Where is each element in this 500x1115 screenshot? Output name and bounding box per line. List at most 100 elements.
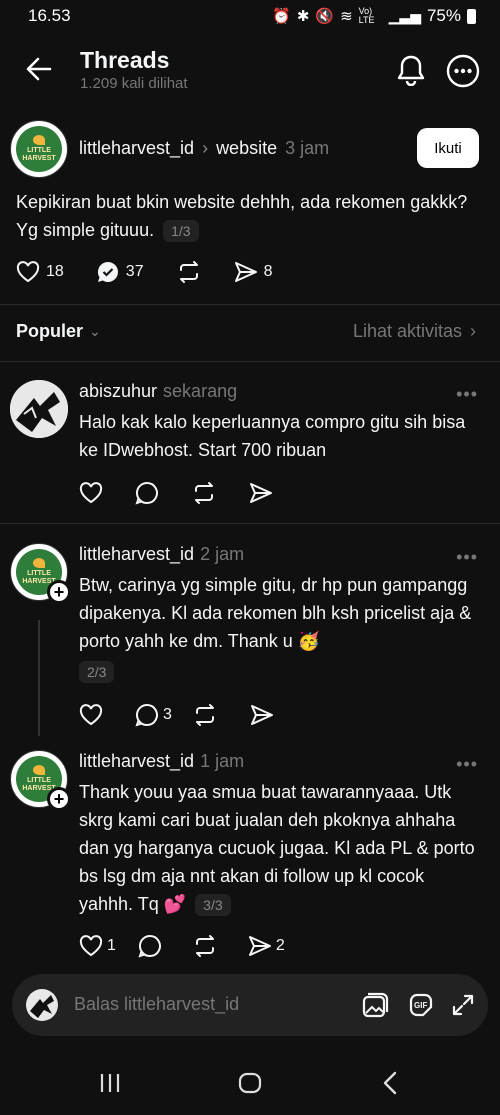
- send-icon: [248, 935, 272, 957]
- send-icon[interactable]: [250, 704, 274, 726]
- expand-icon[interactable]: [452, 994, 474, 1016]
- status-time: 16.53: [28, 6, 71, 25]
- reply-count: 37: [125, 263, 144, 280]
- reply-more-icon[interactable]: •••: [456, 384, 478, 405]
- post-text-block: Kepikiran buat bkin website dehhh, ada r…: [16, 188, 476, 244]
- wifi-icon: ≋: [340, 8, 353, 25]
- bell-icon[interactable]: [396, 54, 426, 86]
- reply-text-block: Thank youu yaa smua buat tawarannyaaa. U…: [79, 778, 479, 918]
- repost-icon[interactable]: [191, 481, 217, 505]
- share-count: 8: [263, 263, 273, 280]
- repost-icon[interactable]: [192, 934, 218, 958]
- send-icon: [234, 261, 258, 283]
- page-title: Threads: [80, 47, 170, 73]
- reply-meta: littleharvest_id 1 jam: [79, 751, 244, 772]
- reply-page-badge: 3/3: [195, 894, 231, 917]
- post-actions: 18 37 8: [16, 260, 273, 284]
- more-options-icon[interactable]: [446, 54, 480, 88]
- reply-time: 2 jam: [200, 544, 245, 564]
- reply-actions: 1 2: [79, 934, 285, 958]
- reply-avatar[interactable]: [10, 380, 68, 438]
- reply-text: Btw, carinya yg simple gitu, dr hp pun g…: [79, 575, 472, 651]
- chevron-right-icon: ›: [470, 321, 476, 341]
- reply-composer[interactable]: Balas littleharvest_id GIF: [12, 974, 488, 1036]
- reply-text: Halo kak kalo keperluannya compro gitu s…: [79, 412, 466, 460]
- heart-icon: [79, 935, 103, 957]
- comment-button[interactable]: 3: [135, 703, 172, 727]
- post-topic[interactable]: website: [216, 138, 277, 159]
- gif-icon[interactable]: GIF: [407, 991, 435, 1019]
- repost-icon: [176, 260, 202, 284]
- view-count: 1.209 kali dilihat: [80, 75, 188, 92]
- little-harvest-logo-icon: LITTLE HARVEST: [16, 126, 62, 172]
- send-icon[interactable]: [249, 482, 273, 504]
- post-text: Kepikiran buat bkin website dehhh, ada r…: [16, 192, 468, 240]
- like-count: 1: [107, 937, 116, 954]
- chevron-right-icon: ›: [202, 138, 209, 158]
- gallery-icon[interactable]: [361, 991, 389, 1019]
- comment-icon: [135, 703, 159, 727]
- reply-actions: [79, 481, 273, 505]
- alarm-icon: ⏰: [272, 8, 291, 25]
- view-activity-label: Lihat aktivitas: [352, 321, 462, 341]
- bluetooth-icon: ✱: [296, 8, 310, 25]
- sort-dropdown[interactable]: Populer ⌄: [16, 321, 101, 342]
- reply-button[interactable]: 37: [96, 260, 144, 284]
- comment-icon[interactable]: [138, 934, 162, 958]
- heart-icon[interactable]: [79, 482, 103, 504]
- reply-input[interactable]: Balas littleharvest_id: [74, 994, 239, 1015]
- status-icons: ⏰ ✱ 🔇 ≋ Vo) LTE ▁▃▅ 75%: [272, 6, 476, 26]
- divider: [0, 304, 500, 305]
- reply-time: sekarang: [163, 381, 238, 401]
- reply-more-icon[interactable]: •••: [456, 754, 478, 775]
- reply-author[interactable]: abiszuhur: [79, 381, 157, 402]
- reply-text: Thank youu yaa smua buat tawarannyaaa. U…: [79, 782, 475, 914]
- comment-check-icon: [96, 260, 120, 284]
- mute-icon: 🔇: [315, 8, 335, 25]
- back-nav-icon[interactable]: [382, 1070, 398, 1096]
- reply-actions: 3: [79, 703, 274, 727]
- status-bar: 16.53 ⏰ ✱ 🔇 ≋ Vo) LTE ▁▃▅ 75%: [0, 0, 500, 34]
- home-icon[interactable]: [238, 1072, 262, 1094]
- reply-meta: littleharvest_id 2 jam: [79, 544, 244, 565]
- divider: [0, 523, 500, 524]
- like-count: 18: [46, 263, 64, 280]
- recent-apps-icon[interactable]: [99, 1072, 121, 1094]
- comment-icon[interactable]: [135, 481, 159, 505]
- signal-icon: ▁▃▅: [388, 7, 421, 24]
- abiszuhur-avatar-icon: [10, 380, 68, 438]
- follow-plus-icon[interactable]: +: [47, 787, 71, 811]
- repost-icon[interactable]: [192, 703, 218, 727]
- reply-author[interactable]: littleharvest_id: [79, 751, 194, 772]
- svg-text:GIF: GIF: [414, 1001, 427, 1010]
- view-activity-link[interactable]: Lihat aktivitas ›: [353, 321, 476, 342]
- like-button[interactable]: 1: [79, 935, 116, 957]
- reply-author[interactable]: littleharvest_id: [79, 544, 194, 565]
- post-author[interactable]: littleharvest_id: [79, 138, 194, 159]
- follow-button[interactable]: Ikuti: [417, 128, 479, 168]
- divider: [0, 361, 500, 362]
- chevron-down-icon: ⌄: [89, 323, 101, 339]
- reply-more-icon[interactable]: •••: [456, 547, 478, 568]
- system-nav-bar: [0, 1052, 500, 1115]
- share-button[interactable]: 2: [248, 935, 285, 957]
- reply-page-badge: 2/3: [79, 661, 115, 684]
- header: Threads 1.209 kali dilihat: [0, 34, 500, 110]
- share-count: 2: [275, 937, 285, 954]
- sort-label: Populer: [16, 321, 84, 341]
- like-button[interactable]: 18: [16, 261, 64, 283]
- heart-icon[interactable]: [79, 704, 103, 726]
- back-arrow-icon[interactable]: [26, 56, 52, 82]
- repost-button[interactable]: [176, 260, 202, 284]
- heart-icon: [16, 261, 40, 283]
- post-time: 3 jam: [285, 138, 330, 158]
- battery-icon: [467, 8, 476, 24]
- thread-line: [38, 620, 40, 736]
- follow-plus-icon[interactable]: +: [47, 580, 71, 604]
- share-button[interactable]: 8: [234, 261, 273, 283]
- composer-avatar: [26, 989, 58, 1021]
- main-post-avatar[interactable]: LITTLE HARVEST: [10, 120, 68, 178]
- network-label: Vo) LTE: [358, 6, 375, 25]
- comment-count: 3: [163, 706, 172, 723]
- reply-text-block: Btw, carinya yg simple gitu, dr hp pun g…: [79, 571, 479, 685]
